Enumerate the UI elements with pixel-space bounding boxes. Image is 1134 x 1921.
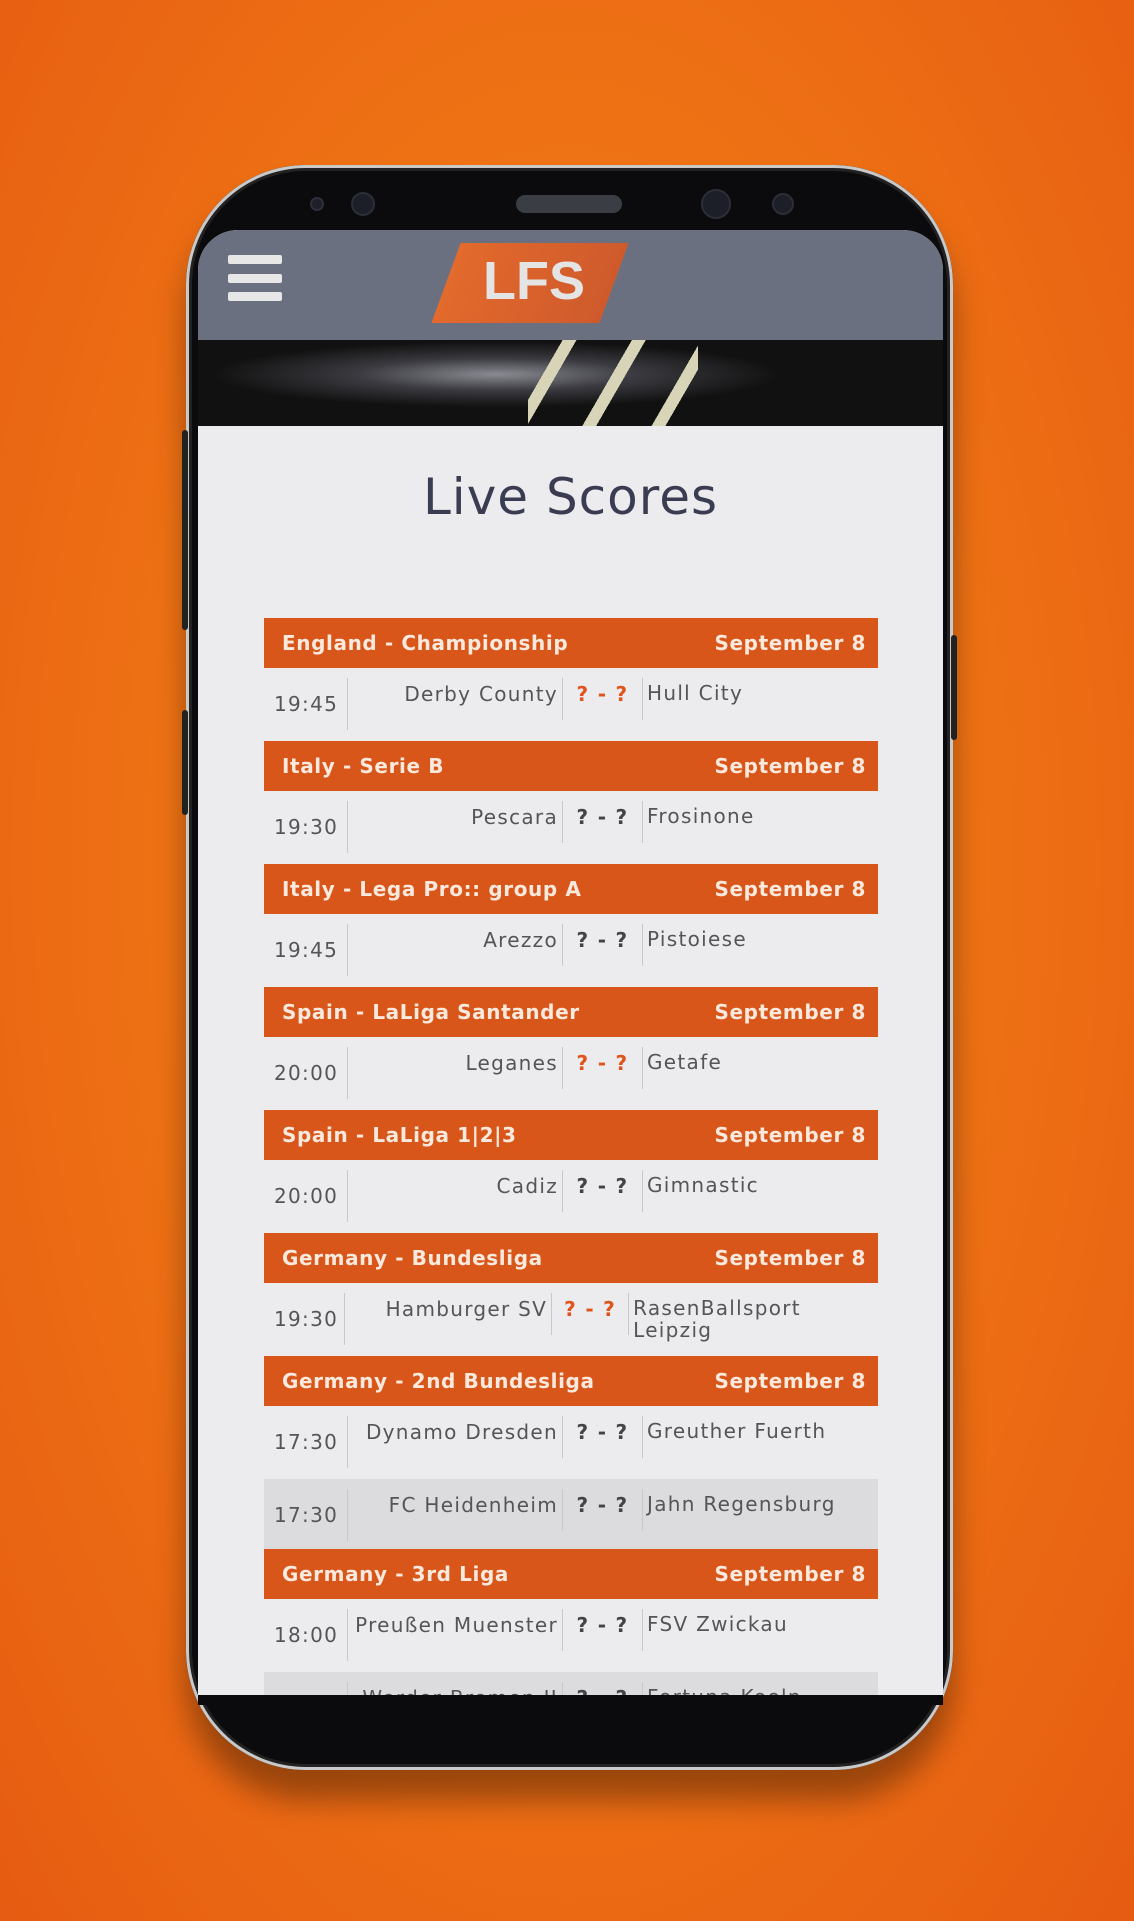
front-camera-icon	[701, 189, 731, 219]
league-header[interactable]: Germany - Bundesliga September 8	[264, 1233, 878, 1283]
hamburger-menu-icon[interactable]	[228, 255, 282, 301]
league-header[interactable]: England - Championship September 8	[264, 618, 878, 668]
league-name: Spain - LaLiga 1|2|3	[282, 1123, 517, 1147]
scores-list: England - Championship September 8 19:45 De…	[264, 618, 878, 1705]
phone-frame: LFS Live Scores England - Championship Se…	[182, 165, 957, 1770]
away-team: Getafe	[647, 1050, 723, 1074]
league-date: September 8	[714, 1123, 866, 1147]
league-header[interactable]: Spain - LaLiga 1|2|3 September 8	[264, 1110, 878, 1160]
proximity-sensor-icon	[772, 193, 794, 215]
league-name: Germany - Bundesliga	[282, 1246, 543, 1270]
match-score: ? - ?	[563, 801, 643, 843]
match-row[interactable]: 19:45 Arezzo? - ? Pistoiese	[264, 914, 878, 987]
away-team: Hull City	[647, 681, 744, 705]
match-row[interactable]: 19:45 Derby County? - ? Hull City	[264, 668, 878, 741]
league-name: England - Championship	[282, 631, 569, 655]
match-score: ? - ?	[563, 1609, 643, 1651]
match-score: ? - ?	[563, 1170, 643, 1212]
home-team: Preußen Muenster	[348, 1609, 563, 1651]
league-header[interactable]: Germany - 3rd Liga September 8	[264, 1549, 878, 1599]
match-time: 19:30	[264, 801, 348, 853]
league-header[interactable]: Spain - LaLiga Santander September 8	[264, 987, 878, 1037]
match-time: 17:30	[264, 1489, 348, 1541]
match-time: 19:30	[264, 1293, 346, 1345]
league-date: September 8	[714, 877, 866, 901]
league-header[interactable]: Italy - Lega Pro:: group A September 8	[264, 864, 878, 914]
match-time: 19:45	[264, 678, 348, 730]
match-row[interactable]: 17:30 FC Heidenheim? - ? Jahn Regensburg	[264, 1479, 878, 1549]
hero-banner-image	[198, 340, 943, 426]
logo: LFS	[483, 251, 585, 311]
match-row[interactable]: 18:00 Preußen Muenster? - ? FSV Zwickau	[264, 1599, 878, 1672]
match-score: ? - ?	[563, 1489, 643, 1531]
match-score: ? - ?	[563, 1416, 643, 1458]
match-score: ? - ?	[552, 1293, 630, 1335]
away-team: Greuther Fuerth	[647, 1419, 827, 1443]
home-team: Arezzo	[348, 924, 563, 966]
match-time: 18:00	[264, 1609, 348, 1661]
away-team: RasenBallsport Leipzig	[633, 1296, 801, 1342]
away-team: Frosinone	[647, 804, 755, 828]
match-time: 17:30	[264, 1416, 348, 1468]
away-team: Gimnastic	[647, 1173, 759, 1197]
league-date: September 8	[714, 1562, 866, 1586]
match-row[interactable]: 17:30 Dynamo Dresden? - ? Greuther Fuerth	[264, 1406, 878, 1479]
league-name: Spain - LaLiga Santander	[282, 1000, 580, 1024]
match-time: 19:45	[264, 924, 348, 976]
match-row[interactable]: 20:00 Cadiz? - ? Gimnastic	[264, 1160, 878, 1233]
away-team: Pistoiese	[647, 927, 747, 951]
away-team: FSV Zwickau	[647, 1612, 788, 1636]
away-team: Jahn Regensburg	[647, 1492, 836, 1516]
home-team: Hamburger SV	[345, 1293, 553, 1335]
league-date: September 8	[714, 1246, 866, 1270]
volume-button	[182, 430, 188, 630]
league-date: September 8	[714, 631, 866, 655]
home-team: Cadiz	[348, 1170, 563, 1212]
match-time: 20:00	[264, 1170, 348, 1222]
sensor-icon	[310, 197, 324, 211]
power-button	[951, 635, 957, 740]
home-team: Leganes	[348, 1047, 563, 1089]
match-score: ? - ?	[563, 1047, 643, 1089]
home-team: Pescara	[348, 801, 563, 843]
match-time: 20:00	[264, 1047, 348, 1099]
league-date: September 8	[714, 754, 866, 778]
page-title: Live Scores	[422, 468, 719, 526]
home-team: Derby County	[348, 678, 563, 720]
league-name: Italy - Serie B	[282, 754, 445, 778]
iris-camera-icon	[351, 192, 375, 216]
bezel-edge	[198, 1695, 943, 1705]
league-name: Germany - 3rd Liga	[282, 1562, 509, 1586]
match-row[interactable]: 19:30 Pescara? - ? Frosinone	[264, 791, 878, 864]
match-score: ? - ?	[563, 678, 643, 720]
earpiece-speaker	[516, 195, 622, 213]
app-screen: LFS Live Scores England - Championship Se…	[198, 230, 943, 1705]
bixby-button	[182, 710, 188, 815]
league-name: Italy - Lega Pro:: group A	[282, 877, 582, 901]
league-date: September 8	[714, 1369, 866, 1393]
league-header[interactable]: Germany - 2nd Bundesliga September 8	[264, 1356, 878, 1406]
match-row[interactable]: 20:00 Leganes? - ? Getafe	[264, 1037, 878, 1110]
league-date: September 8	[714, 1000, 866, 1024]
home-team: Dynamo Dresden	[348, 1416, 563, 1458]
match-score: ? - ?	[563, 924, 643, 966]
league-name: Germany - 2nd Bundesliga	[282, 1369, 595, 1393]
top-bar: LFS	[198, 230, 943, 340]
home-team: FC Heidenheim	[348, 1489, 563, 1531]
match-row[interactable]: 19:30 Hamburger SV? - ? RasenBallsport Lei…	[264, 1283, 878, 1356]
league-header[interactable]: Italy - Serie B September 8	[264, 741, 878, 791]
